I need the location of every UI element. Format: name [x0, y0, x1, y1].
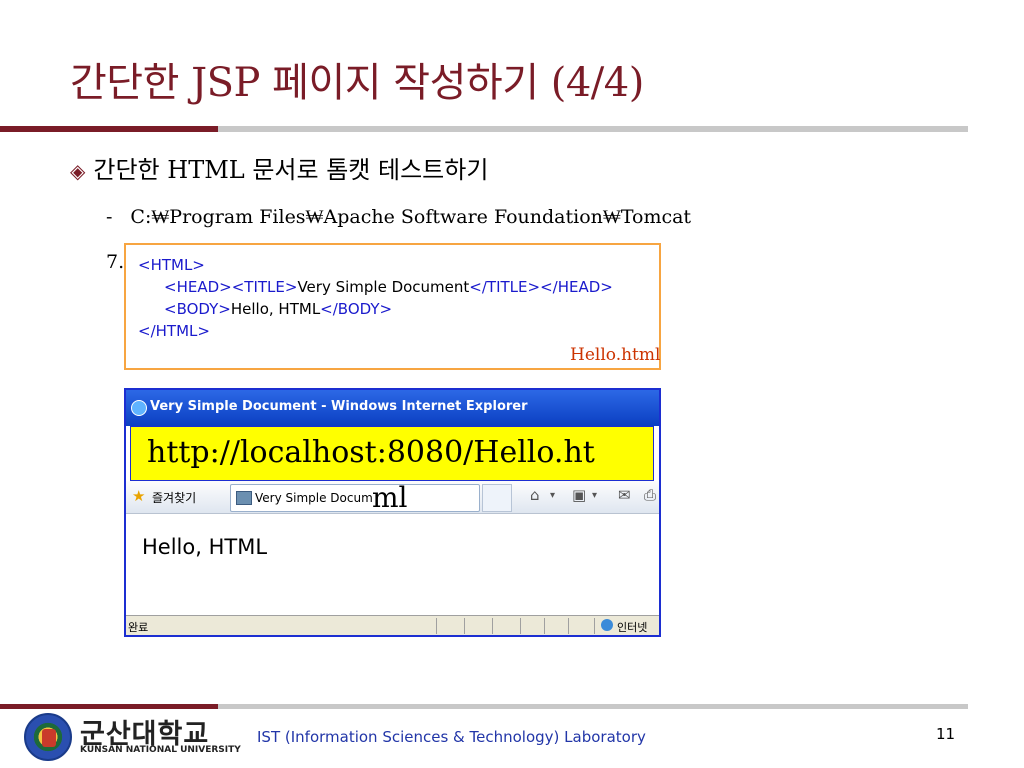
university-seal-logo [24, 713, 72, 761]
internet-explorer-icon [131, 400, 147, 416]
chevron-down-icon[interactable]: ▾ [550, 490, 555, 501]
status-bar: 완료 인터넷 [126, 615, 659, 635]
code-line-3: <BODY>Hello, HTML</BODY> [164, 298, 392, 320]
code-tag: </BODY> [320, 300, 393, 318]
browser-tab[interactable]: Very Simple Docum [230, 484, 480, 512]
status-divider [492, 618, 493, 634]
page-number: 11 [936, 725, 956, 743]
sub-bullet: - C:₩Program Files₩Apache Software Founda… [106, 206, 691, 229]
dash-icon: - [106, 206, 113, 228]
new-tab-button[interactable] [482, 484, 512, 512]
file-name-label: Hello.html [570, 345, 661, 365]
code-line-1: <HTML> [138, 254, 205, 276]
print-icon[interactable]: ⎙ [644, 486, 656, 504]
code-line-4: </HTML> [138, 320, 210, 342]
path-text: C:₩Program Files₩Apache Software Foundat… [130, 206, 692, 228]
code-text: Very Simple Document [297, 278, 470, 296]
favorites-button[interactable]: 즐겨찾기 [152, 489, 196, 506]
code-line-2: <HEAD><TITLE>Very Simple Document</TITLE… [164, 276, 613, 298]
globe-icon [601, 619, 613, 631]
title-rule [218, 126, 968, 132]
title-rule-accent [0, 126, 218, 132]
url-text: http://localhost:8080/Hello.ht [147, 435, 595, 470]
status-text: 완료 [128, 621, 149, 634]
security-zone: 인터넷 [617, 621, 648, 634]
status-divider [520, 618, 521, 634]
code-tag: <HTML> [138, 256, 205, 274]
status-divider [436, 618, 437, 634]
diamond-bullet-icon: ◈ [70, 159, 86, 183]
status-divider [464, 618, 465, 634]
slide-title: 간단한 JSP 페이지 작성하기 (4/4) [70, 60, 644, 106]
page-icon [236, 491, 252, 505]
window-title: Very Simple Document - Windows Internet … [150, 399, 528, 414]
status-divider [544, 618, 545, 634]
code-text: Hello, HTML [230, 300, 321, 318]
university-name-en: KUNSAN NATIONAL UNIVERSITY [80, 745, 241, 755]
code-tag: <BODY> [164, 300, 231, 318]
code-tag: <HEAD> [164, 278, 232, 296]
page-content-area: Hello, HTML [126, 514, 659, 614]
home-icon[interactable]: ⌂ [530, 486, 540, 504]
status-divider [568, 618, 569, 634]
path-text-continued: 7. [106, 251, 125, 273]
chevron-down-icon[interactable]: ▾ [592, 490, 597, 501]
lab-name: IST (Information Sciences & Technology) … [257, 728, 646, 746]
footer-rule-accent [0, 704, 218, 709]
bullet-item: ◈ 간단한 HTML 문서로 톰캣 테스트하기 [70, 150, 488, 185]
bullet-text: 간단한 HTML 문서로 톰캣 테스트하기 [93, 156, 489, 184]
code-tag: </HEAD> [540, 278, 613, 296]
code-tag: <TITLE> [231, 278, 298, 296]
seal-emblem [42, 729, 56, 747]
page-content-text: Hello, HTML [142, 535, 268, 559]
status-divider [594, 618, 595, 634]
star-icon[interactable]: ★ [132, 487, 145, 505]
footer-rule [218, 704, 968, 709]
browser-title-bar[interactable]: Very Simple Document - Windows Internet … [126, 390, 659, 426]
tab-title: Very Simple Docum [255, 491, 373, 505]
mail-icon[interactable]: ✉ [618, 486, 631, 504]
code-tag: </HTML> [138, 322, 210, 340]
feeds-icon[interactable]: ▣ [572, 486, 586, 504]
code-tag: </TITLE> [469, 278, 541, 296]
url-text-continued: ml [372, 481, 408, 514]
address-bar-highlight[interactable]: http://localhost:8080/Hello.ht [130, 426, 654, 481]
